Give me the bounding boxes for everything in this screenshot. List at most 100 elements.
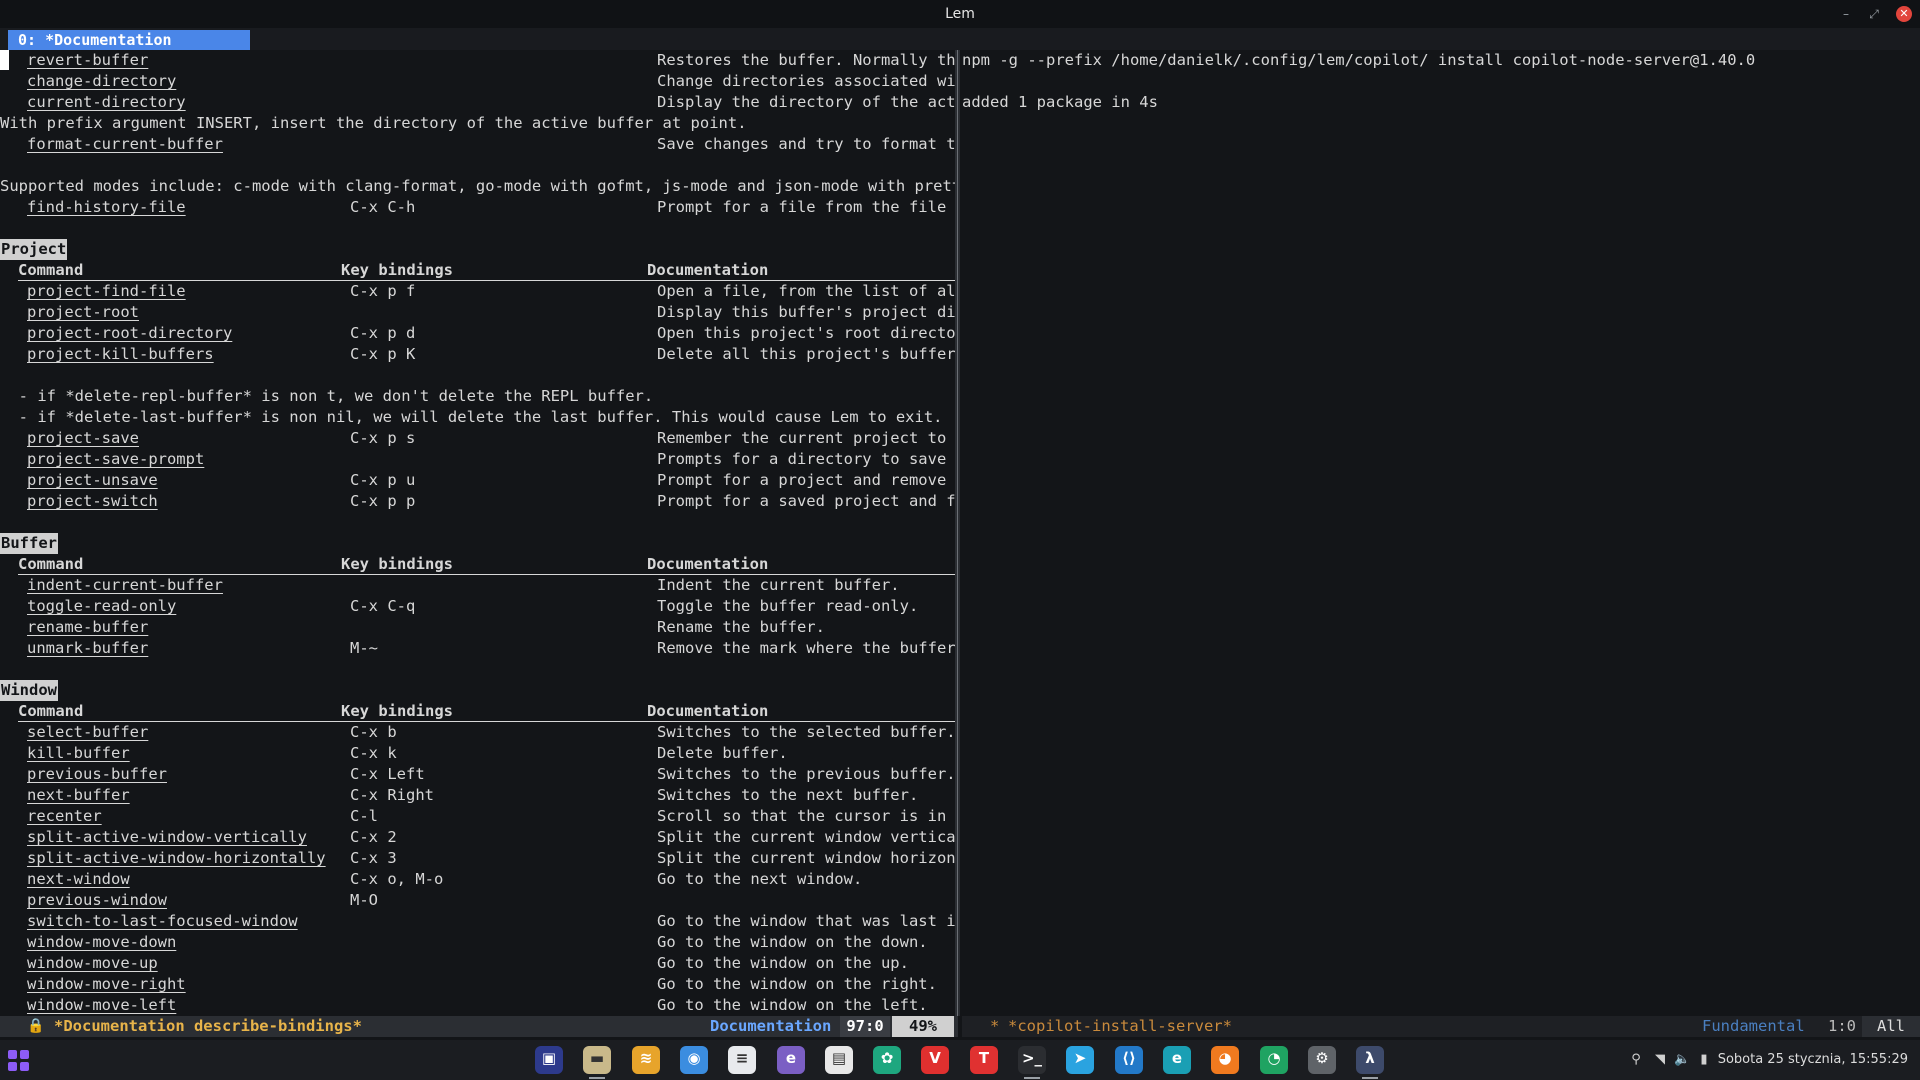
command-row: project-save-prompt Prompts for a directo… xyxy=(0,449,955,470)
window-divider[interactable] xyxy=(955,50,960,1016)
emacs-icon[interactable]: e xyxy=(777,1046,805,1074)
files-icon[interactable]: ▬ xyxy=(583,1046,611,1079)
header-command: Command xyxy=(18,555,84,573)
modeline-buffer-name: *copilot-install-server* xyxy=(1008,1017,1232,1035)
copilot-install-pane[interactable]: npm -g --prefix /home/danielk/.config/le… xyxy=(962,50,1920,1016)
command-row: change-directory Change directories assoc… xyxy=(0,71,955,92)
terminal-icon[interactable]: >_ xyxy=(1018,1046,1046,1079)
modeline-modified-flag: * xyxy=(990,1017,1000,1035)
window-title: Lem xyxy=(945,6,975,22)
browser-icon[interactable]: ◉ xyxy=(680,1046,708,1074)
command-link[interactable]: find-history-file xyxy=(27,197,186,218)
vivaldi-icon[interactable]: V xyxy=(921,1046,949,1074)
command-link[interactable]: next-window xyxy=(27,869,130,890)
telegram-icon[interactable]: ➤ xyxy=(1066,1046,1094,1074)
typora-icon[interactable]: T xyxy=(970,1046,998,1074)
command-row: split-active-window-vertically C-x 2 Split… xyxy=(0,827,955,848)
command-doc: Indent the current buffer. xyxy=(657,576,900,594)
app-glyph: ✿ xyxy=(880,1049,894,1067)
command-link[interactable]: kill-buffer xyxy=(27,743,130,764)
clip-icon[interactable]: ⚲ xyxy=(1628,1050,1644,1070)
command-link[interactable]: project-kill-buffers xyxy=(27,344,214,365)
command-link[interactable]: change-directory xyxy=(27,71,176,92)
command-link[interactable]: recenter xyxy=(27,806,102,827)
documentation-pane[interactable]: revert-buffer Restores the buffer. Normal… xyxy=(0,50,955,1016)
command-link[interactable]: revert-buffer xyxy=(27,50,148,71)
header-key-bindings: Key bindings xyxy=(341,555,453,573)
vs-code-icon[interactable]: ⟨⟩ xyxy=(1115,1046,1143,1074)
command-link[interactable]: previous-buffer xyxy=(27,764,167,785)
command-link[interactable]: select-buffer xyxy=(27,722,148,743)
command-link[interactable]: project-save-prompt xyxy=(27,449,204,470)
command-row: project-kill-buffers C-x p K Delete all th… xyxy=(0,344,955,365)
maximize-icon[interactable]: ⤢ xyxy=(1866,6,1882,22)
command-link[interactable]: project-root-directory xyxy=(27,323,232,344)
files-finder-icon[interactable]: ▣ xyxy=(535,1046,563,1074)
section-title: Buffer xyxy=(0,533,58,554)
app-glyph: ▬ xyxy=(589,1049,605,1067)
volume-icon[interactable]: 🔈 xyxy=(1674,1050,1690,1070)
close-icon[interactable]: ✕ xyxy=(1896,6,1912,22)
minimize-icon[interactable]: – xyxy=(1838,6,1854,22)
wifi-icon[interactable]: ◥ xyxy=(1652,1050,1668,1070)
command-row: revert-buffer Restores the buffer. Normal… xyxy=(0,50,955,71)
settings-icon[interactable]: ⚙ xyxy=(1308,1046,1336,1074)
command-link[interactable]: toggle-read-only xyxy=(27,596,176,617)
command-link[interactable]: split-active-window-horizontally xyxy=(27,848,326,869)
command-row: split-active-window-horizontally C-x 3 Spl… xyxy=(0,848,955,869)
key-binding: M-O xyxy=(350,891,378,909)
command-link[interactable]: window-move-left xyxy=(27,995,176,1016)
key-binding: C-x o, M-o xyxy=(350,870,444,888)
command-doc: Switches to the next buffer. xyxy=(657,786,919,804)
tab-documentation[interactable]: 0: *Documentation descr... xyxy=(8,30,250,69)
app-launcher-icon[interactable] xyxy=(8,1050,30,1072)
lem-icon[interactable]: λ xyxy=(1356,1046,1384,1079)
header-documentation: Documentation xyxy=(647,702,769,720)
section-title: Project xyxy=(0,239,68,260)
clock[interactable]: Sobota 25 stycznia, 15:55:29 xyxy=(1718,1052,1908,1067)
command-link[interactable]: format-current-buffer xyxy=(27,134,223,155)
command-row: switch-to-last-focused-window Go to the w… xyxy=(0,911,955,932)
edge-icon[interactable]: e xyxy=(1163,1046,1191,1074)
command-row: window-move-right Go to the window on the… xyxy=(0,974,955,995)
command-link[interactable]: switch-to-last-focused-window xyxy=(27,911,298,932)
command-row: next-buffer C-x Right Switches to the next… xyxy=(0,785,955,806)
document-icon[interactable]: ▤ xyxy=(825,1046,853,1074)
command-link[interactable]: split-active-window-vertically xyxy=(27,827,307,848)
key-binding: C-x b xyxy=(350,723,397,741)
command-link[interactable]: project-switch xyxy=(27,491,158,512)
command-link[interactable]: project-save xyxy=(27,428,139,449)
command-link[interactable]: window-move-right xyxy=(27,974,186,995)
firefox-icon[interactable]: ◕ xyxy=(1211,1046,1239,1074)
command-link[interactable]: next-buffer xyxy=(27,785,130,806)
command-doc: Delete buffer. xyxy=(657,744,788,762)
command-doc: Remove the mark where the buffer xyxy=(657,639,955,657)
notes-icon[interactable]: ≡ xyxy=(728,1046,756,1074)
command-link[interactable]: project-unsave xyxy=(27,470,158,491)
output-line: npm -g --prefix /home/danielk/.config/le… xyxy=(962,51,1756,69)
battery-icon[interactable]: ▮ xyxy=(1696,1050,1712,1070)
text-line: Supported modes include: c-mode with cla… xyxy=(0,176,955,197)
app-glyph: λ xyxy=(1365,1049,1375,1067)
system-tray: ⚲ ◥ 🔈 ▮ Sobota 25 stycznia, 15:55:29 xyxy=(1628,1050,1908,1070)
key-binding: C-x Left xyxy=(350,765,425,783)
command-link[interactable]: project-root xyxy=(27,302,139,323)
command-doc: Go to the window on the right. xyxy=(657,975,937,993)
chatgpt-icon[interactable]: ✿ xyxy=(873,1046,901,1074)
command-link[interactable]: previous-window xyxy=(27,890,167,911)
command-link[interactable]: current-directory xyxy=(27,92,186,113)
command-link[interactable]: rename-buffer xyxy=(27,617,148,638)
command-row: project-switch C-x p p Prompt for a saved … xyxy=(0,491,955,512)
chat-icon[interactable]: ◔ xyxy=(1260,1046,1288,1074)
command-link[interactable]: unmark-buffer xyxy=(27,638,148,659)
command-link[interactable]: window-move-up xyxy=(27,953,158,974)
command-link[interactable]: indent-current-buffer xyxy=(27,575,223,596)
command-row: select-buffer C-x b Switches to the select… xyxy=(0,722,955,743)
taskbar: ▣ ▬ ≋ ◉ ≡ e ▤ ✿ V T >_ ➤ ⟨⟩ e ◕ ◔ ⚙ λ ⚲ ◥ 🔈 ▮ Sobota 25 s… xyxy=(0,1040,1920,1080)
app-glyph: ≋ xyxy=(639,1049,653,1067)
key-binding: C-x p u xyxy=(350,471,416,489)
command-link[interactable]: project-find-file xyxy=(27,281,186,302)
command-link[interactable]: window-move-down xyxy=(27,932,176,953)
modeline-buffer-name: *Documentation describe-bindings* xyxy=(54,1017,362,1035)
stacks-icon[interactable]: ≋ xyxy=(632,1046,660,1074)
